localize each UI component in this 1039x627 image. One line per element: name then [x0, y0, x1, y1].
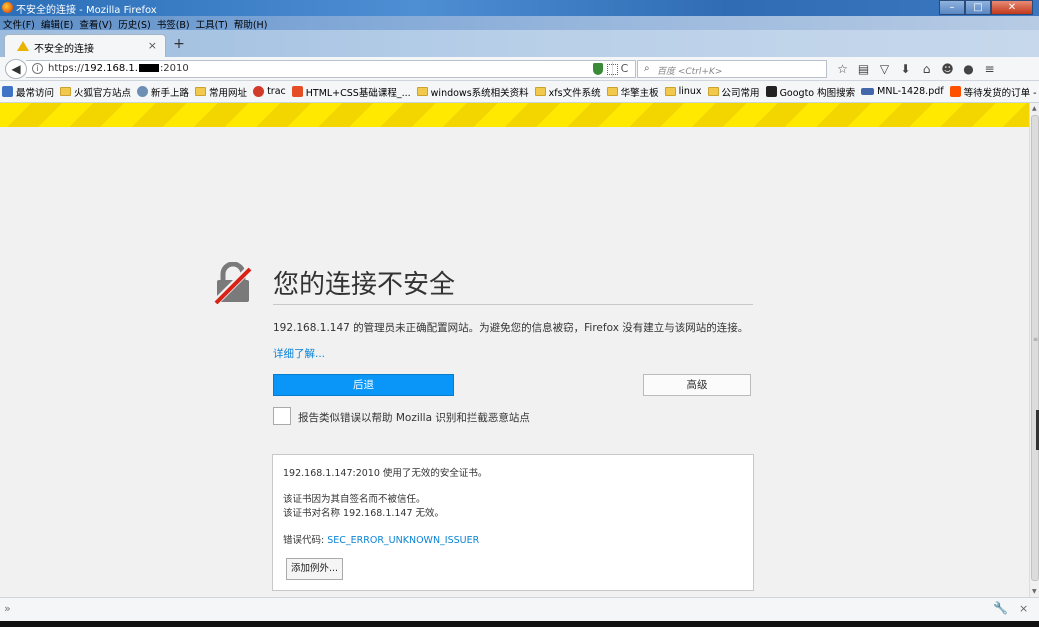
- taskbar-edge: [0, 621, 1039, 627]
- bookmark-trac[interactable]: trac: [253, 86, 286, 97]
- menu-history[interactable]: 历史(S): [115, 16, 153, 31]
- new-tab-button[interactable]: +: [171, 36, 187, 52]
- details-line-invalid-name: 该证书对名称 192.168.1.147 无效。: [283, 508, 445, 519]
- scroll-thumb[interactable]: [1031, 115, 1039, 581]
- trac-icon: [253, 86, 265, 97]
- pdf-icon: [861, 88, 875, 95]
- search-placeholder: 百度 <Ctrl+K>: [657, 67, 723, 77]
- chat-icon[interactable]: ☻: [937, 60, 958, 78]
- search-bar[interactable]: ⌕ 百度 <Ctrl+K>: [637, 60, 827, 78]
- scroll-up-arrow-icon[interactable]: ▲: [1032, 105, 1037, 112]
- menu-file[interactable]: 文件(F): [0, 16, 38, 31]
- report-checkbox[interactable]: [273, 407, 291, 425]
- menu-hamburger-icon[interactable]: ≡: [979, 60, 1000, 78]
- close-window-button[interactable]: ✕: [991, 0, 1033, 15]
- close-addon-bar-icon[interactable]: ×: [1019, 602, 1028, 615]
- home-icon[interactable]: ⌂: [916, 60, 937, 78]
- menu-bookmarks[interactable]: 书签(B): [154, 16, 193, 31]
- bookmark-firefox-official[interactable]: 火狐官方站点: [60, 85, 131, 99]
- wrench-icon[interactable]: 🔧: [993, 601, 1008, 615]
- globe-icon: [137, 86, 149, 97]
- menu-bar: 文件(F) 编辑(E) 查看(V) 历史(S) 书签(B) 工具(T) 帮助(H…: [0, 16, 1039, 31]
- title-divider: [273, 304, 753, 305]
- redacted-block: [138, 64, 159, 72]
- bookmark-windows[interactable]: windows系统相关资料: [416, 85, 529, 99]
- details-line-self-signed: 该证书因为其自签名而不被信任。: [283, 494, 426, 505]
- bookmark-taobao-orders[interactable]: 等待发货的订单 - 淘...: [949, 85, 1039, 99]
- reading-list-icon[interactable]: ▤: [853, 60, 874, 78]
- navigation-bar: i https://192.168.1.:2010 ◀ C ⌕ 百度 <Ctrl…: [0, 57, 1039, 81]
- menu-tools[interactable]: 工具(T): [193, 16, 231, 31]
- error-code-link[interactable]: SEC_ERROR_UNKNOWN_ISSUER: [327, 535, 479, 546]
- url-bar[interactable]: i https://192.168.1.:2010: [26, 60, 636, 78]
- folder-icon: [195, 87, 207, 96]
- chevron-icon[interactable]: »: [4, 602, 11, 615]
- bookmark-star-icon: [2, 86, 13, 97]
- folder-icon: [60, 87, 72, 96]
- bookmarks-bar: 最常访问 火狐官方站点 新手上路 常用网址 trac HTML+CSS基础课程_…: [0, 81, 1039, 103]
- menu-help[interactable]: 帮助(H): [231, 16, 271, 31]
- folder-icon: [416, 87, 428, 96]
- broken-lock-icon: [214, 262, 252, 304]
- info-icon[interactable]: i: [32, 63, 43, 74]
- tab-strip: 不安全的连接 × +: [0, 30, 1039, 57]
- details-line-invalid-cert: 192.168.1.147:2010 使用了无效的安全证书。: [283, 468, 488, 479]
- taobao-icon: [949, 86, 961, 97]
- folder-icon: [707, 87, 719, 96]
- details-error-code: 错误代码: SEC_ERROR_UNKNOWN_ISSUER: [283, 535, 480, 546]
- shield-icon[interactable]: [593, 63, 603, 75]
- folder-icon: [606, 87, 618, 96]
- bookmark-getting-started[interactable]: 新手上路: [137, 85, 189, 99]
- bookmark-common-sites[interactable]: 常用网址: [195, 85, 247, 99]
- pocket-icon[interactable]: ▽: [874, 60, 895, 78]
- bookmark-most-visited[interactable]: 最常访问: [2, 85, 54, 99]
- speech-bubble-icon[interactable]: ●: [958, 60, 979, 78]
- advanced-details-panel: 192.168.1.147:2010 使用了无效的安全证书。 该证书因为其自签名…: [272, 454, 754, 591]
- folder-icon: [534, 87, 546, 96]
- error-title: 您的连接不安全: [273, 270, 456, 300]
- tab-title: 不安全的连接: [34, 44, 94, 55]
- url-text[interactable]: https://192.168.1.:2010: [48, 63, 189, 74]
- bookmark-star-icon[interactable]: ☆: [832, 60, 853, 78]
- bookmark-mnl-pdf[interactable]: MNL-1428.pdf: [861, 86, 944, 97]
- scroll-down-arrow-icon[interactable]: ▼: [1032, 588, 1037, 595]
- addon-bar: » 🔧 ×: [0, 597, 1039, 621]
- googto-icon: [765, 86, 777, 97]
- reload-icon[interactable]: C: [612, 60, 636, 78]
- page-content: 您的连接不安全 192.168.1.147 的管理员未正确配置网站。为避免您的信…: [0, 103, 1029, 597]
- bookmark-googto[interactable]: Googto 构图搜索: [765, 85, 855, 99]
- tab-close-icon[interactable]: ×: [148, 39, 157, 52]
- download-icon[interactable]: ⬇: [895, 60, 916, 78]
- tab-insecure-connection[interactable]: 不安全的连接 ×: [4, 34, 166, 57]
- folder-icon: [664, 87, 676, 96]
- search-icon: ⌕: [644, 63, 650, 74]
- learn-more-link[interactable]: 详细了解...: [273, 346, 325, 361]
- menu-edit[interactable]: 编辑(E): [38, 16, 76, 31]
- bookmark-company[interactable]: 公司常用: [707, 85, 760, 99]
- firefox-icon: [2, 2, 13, 13]
- warning-stripe-bar: [0, 103, 1029, 127]
- scroll-grip-icon: ≡: [1033, 336, 1039, 343]
- go-back-button[interactable]: 后退: [273, 374, 454, 396]
- window-titlebar: 不安全的连接 - Mozilla Firefox – □ ✕: [0, 0, 1039, 16]
- window-title: 不安全的连接 - Mozilla Firefox: [16, 5, 157, 16]
- add-exception-button[interactable]: 添加例外...: [286, 558, 343, 580]
- bookmark-html-css[interactable]: HTML+CSS基础课程_...: [291, 85, 411, 99]
- menu-view[interactable]: 查看(V): [76, 16, 115, 31]
- bookmark-asrock[interactable]: 华擎主板: [606, 85, 659, 99]
- bookmark-xfs[interactable]: xfs文件系统: [534, 85, 601, 99]
- advanced-button[interactable]: 高级: [643, 374, 751, 396]
- minimize-button[interactable]: –: [939, 0, 965, 15]
- toolbar-icons: ☆ ▤ ▽ ⬇ ⌂ ☻ ● ≡: [832, 60, 1000, 78]
- window-controls: – □ ✕: [939, 0, 1033, 15]
- html-icon: [291, 86, 303, 97]
- bookmark-linux[interactable]: linux: [664, 86, 702, 97]
- maximize-button[interactable]: □: [965, 0, 991, 15]
- error-description: 192.168.1.147 的管理员未正确配置网站。为避免您的信息被窃，Fire…: [273, 322, 749, 334]
- report-label: 报告类似错误以帮助 Mozilla 识别和拦截恶意站点: [298, 412, 530, 424]
- vertical-scrollbar[interactable]: ▲ ≡ ▼: [1029, 103, 1039, 597]
- warning-icon: [17, 41, 29, 51]
- back-arrow-button[interactable]: ◀: [5, 59, 27, 79]
